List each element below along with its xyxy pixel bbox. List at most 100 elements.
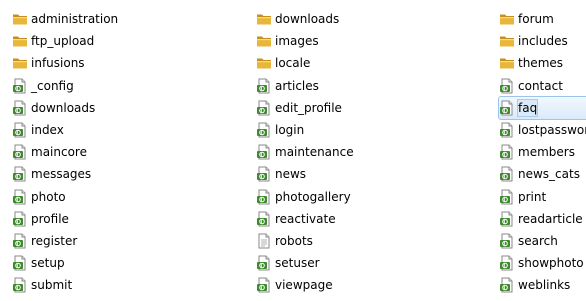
file-column-3: forum includes themes contact faq lostpasswor… <box>498 8 586 296</box>
file-item-profile[interactable]: profile <box>12 208 120 230</box>
file-item-maincore[interactable]: maincore <box>12 141 120 163</box>
folder-icon <box>256 11 272 27</box>
text-file-icon <box>256 233 272 249</box>
folder-item-administration[interactable]: administration <box>12 8 120 30</box>
folder-item-forum[interactable]: forum <box>499 8 586 30</box>
file-column-1: administration ftp_upload infusions _config… <box>12 8 120 296</box>
file-item-photogallery[interactable]: photogallery <box>256 186 356 208</box>
file-item-maintenance[interactable]: maintenance <box>256 141 356 163</box>
item-label: faq <box>516 98 539 117</box>
php-file-icon <box>12 166 28 182</box>
item-label: infusions <box>31 56 85 71</box>
folder-icon <box>12 11 28 27</box>
item-label: lostpassword <box>518 123 586 138</box>
item-label: downloads <box>275 12 340 27</box>
item-label: profile <box>31 211 69 226</box>
php-file-icon <box>256 166 272 182</box>
file-item-submit[interactable]: submit <box>12 274 120 296</box>
php-file-icon <box>12 144 28 160</box>
php-file-icon <box>12 189 28 205</box>
php-file-icon <box>256 122 272 138</box>
file-column-2: downloads images locale articles edit_profil… <box>256 8 356 296</box>
php-file-icon <box>12 122 28 138</box>
item-label: images <box>275 34 319 49</box>
item-label: weblinks <box>518 278 571 293</box>
folder-icon <box>499 55 515 71</box>
folder-item-downloads[interactable]: downloads <box>256 8 356 30</box>
item-label: edit_profile <box>275 100 342 115</box>
item-label: register <box>31 233 78 248</box>
item-label: reactivate <box>275 211 336 226</box>
file-item-lostpassword[interactable]: lostpassword <box>499 119 586 141</box>
php-file-icon <box>256 255 272 271</box>
item-label: setup <box>31 256 65 271</box>
file-item-readarticle[interactable]: readarticle <box>499 208 586 230</box>
file-item-news-cats[interactable]: news_cats <box>499 163 586 185</box>
item-label: setuser <box>275 256 320 271</box>
item-label: contact <box>518 78 563 93</box>
item-label: forum <box>518 12 554 27</box>
file-item-contact[interactable]: contact <box>499 75 586 97</box>
php-file-icon <box>256 189 272 205</box>
php-file-icon <box>499 277 515 293</box>
file-item-members[interactable]: members <box>499 141 586 163</box>
file-item-index[interactable]: index <box>12 119 120 141</box>
file-item-photo[interactable]: photo <box>12 186 120 208</box>
php-file-icon <box>499 211 515 227</box>
item-label: submit <box>31 278 73 293</box>
file-item-weblinks[interactable]: weblinks <box>499 274 586 296</box>
folder-item-locale[interactable]: locale <box>256 52 356 74</box>
file-item-search[interactable]: search <box>499 230 586 252</box>
folder-item-ftp-upload[interactable]: ftp_upload <box>12 30 120 52</box>
file-item-login[interactable]: login <box>256 119 356 141</box>
item-label: showphoto <box>518 256 584 271</box>
item-label: robots <box>275 233 313 248</box>
item-label: articles <box>275 78 319 93</box>
item-label: maincore <box>31 145 87 160</box>
php-file-icon <box>499 78 515 94</box>
file-item-robots[interactable]: robots <box>256 230 356 252</box>
item-label: locale <box>275 56 311 71</box>
file-item-edit-profile[interactable]: edit_profile <box>256 97 356 119</box>
item-label: administration <box>31 12 119 27</box>
file-item-showphoto[interactable]: showphoto <box>499 252 586 274</box>
folder-icon <box>12 55 28 71</box>
item-label: readarticle <box>518 211 583 226</box>
item-label: ftp_upload <box>31 34 95 49</box>
folder-item-includes[interactable]: includes <box>499 30 586 52</box>
item-label: viewpage <box>275 278 333 293</box>
php-file-icon <box>12 78 28 94</box>
file-item-faq[interactable]: faq <box>498 95 586 120</box>
file-list-view: administration ftp_upload infusions _config… <box>0 0 586 301</box>
php-file-icon <box>499 233 515 249</box>
item-label: maintenance <box>275 145 354 160</box>
file-item-setup[interactable]: setup <box>12 252 120 274</box>
file-item-setuser[interactable]: setuser <box>256 252 356 274</box>
php-file-icon <box>499 100 515 116</box>
php-file-icon <box>12 211 28 227</box>
item-label: _config <box>31 78 74 93</box>
folder-icon <box>499 33 515 49</box>
folder-item-themes[interactable]: themes <box>499 52 586 74</box>
file-item-messages[interactable]: messages <box>12 163 120 185</box>
file-item-register[interactable]: register <box>12 230 120 252</box>
file-item-print[interactable]: print <box>499 186 586 208</box>
file-item-viewpage[interactable]: viewpage <box>256 274 356 296</box>
folder-item-images[interactable]: images <box>256 30 356 52</box>
php-file-icon <box>256 100 272 116</box>
file-item-config[interactable]: _config <box>12 75 120 97</box>
php-file-icon <box>499 122 515 138</box>
file-item-reactivate[interactable]: reactivate <box>256 208 356 230</box>
folder-icon <box>256 33 272 49</box>
item-label: photo <box>31 189 66 204</box>
file-item-news[interactable]: news <box>256 163 356 185</box>
file-item-downloads[interactable]: downloads <box>12 97 120 119</box>
item-label: news <box>275 167 307 182</box>
item-label: login <box>275 123 305 138</box>
item-label: includes <box>518 34 568 49</box>
item-label: messages <box>31 167 92 182</box>
php-file-icon <box>499 189 515 205</box>
folder-icon <box>12 33 28 49</box>
file-item-articles[interactable]: articles <box>256 75 356 97</box>
folder-item-infusions[interactable]: infusions <box>12 52 120 74</box>
